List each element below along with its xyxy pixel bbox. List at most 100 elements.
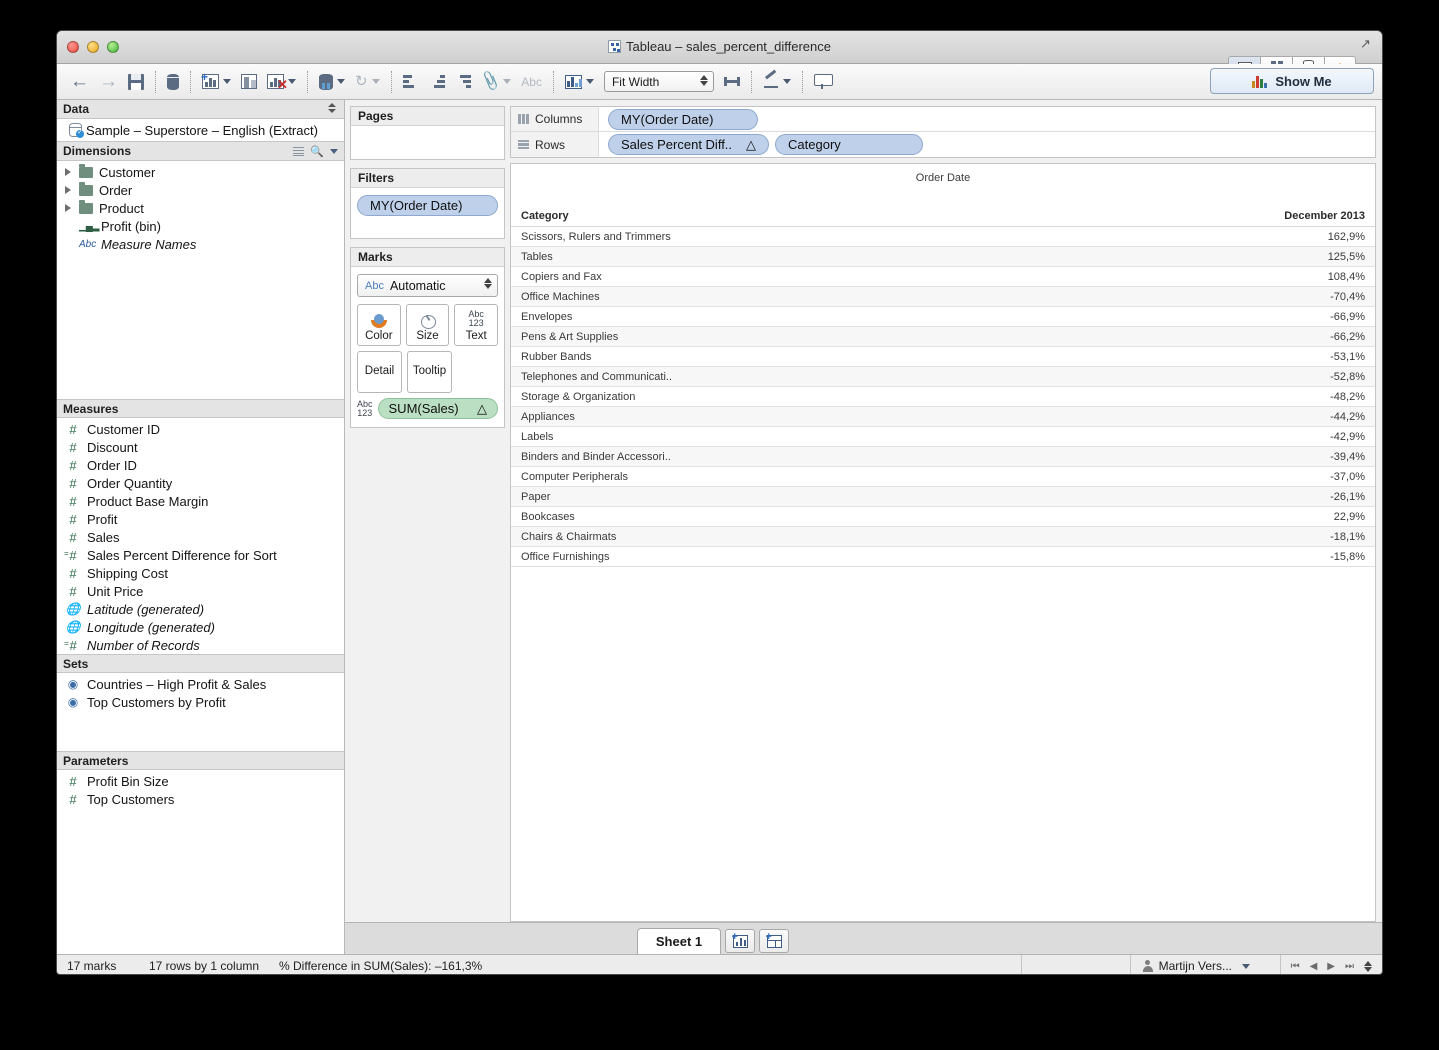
nav-next-button[interactable]: ▶: [1327, 961, 1335, 972]
measure-item-longitude[interactable]: 🌐 Longitude (generated): [57, 618, 344, 636]
chevron-down-icon[interactable]: [371, 79, 380, 84]
format-button[interactable]: [758, 69, 796, 95]
cell-value[interactable]: -39,4%: [1054, 446, 1375, 467]
rows-pill-category[interactable]: Category: [775, 134, 924, 155]
rows-pill-sales-percent-diff[interactable]: Sales Percent Diff.. △: [608, 134, 770, 155]
cell-category[interactable]: Labels: [511, 426, 1055, 447]
measure-item-sales[interactable]: # Sales: [57, 528, 344, 546]
cell-category[interactable]: Chairs & Chairmats: [511, 526, 1055, 547]
cell-category[interactable]: Appliances: [511, 406, 1055, 427]
list-view-icon[interactable]: [293, 147, 305, 156]
parameter-item-top-customers[interactable]: # Top Customers: [57, 790, 344, 808]
clear-sheet-button[interactable]: ✕: [262, 69, 301, 95]
sort-desc-button[interactable]: [450, 69, 476, 95]
connect-data-button[interactable]: [162, 69, 184, 95]
new-worksheet-tab-button[interactable]: +: [725, 929, 755, 953]
datasource-item[interactable]: ✓ Sample – Superstore – English (Extract…: [57, 119, 344, 141]
back-button[interactable]: ←: [65, 69, 94, 95]
column-header-december-2013[interactable]: December 2013: [1054, 208, 1375, 227]
sort-asc-button[interactable]: [424, 69, 450, 95]
chevron-down-icon[interactable]: [503, 79, 512, 84]
measure-item-product-base-margin[interactable]: # Product Base Margin: [57, 492, 344, 510]
chevron-down-icon[interactable]: [585, 79, 594, 84]
table-row[interactable]: Paper -26,1%: [511, 486, 1375, 507]
swap-button[interactable]: [398, 69, 424, 95]
chevron-down-icon[interactable]: [1242, 963, 1250, 969]
chevron-down-icon[interactable]: [288, 79, 296, 84]
cell-category[interactable]: Copiers and Fax: [511, 266, 1055, 287]
cell-value[interactable]: -66,2%: [1054, 326, 1375, 347]
chevron-down-icon[interactable]: [337, 79, 345, 84]
parameter-item-profit-bin-size[interactable]: # Profit Bin Size: [57, 772, 344, 790]
chevron-down-icon[interactable]: [782, 79, 791, 84]
rows-shelf[interactable]: Rows Sales Percent Diff.. △ Category: [511, 132, 1375, 157]
visualization-area[interactable]: Order Date Category December 2013 Scisso…: [510, 163, 1376, 922]
sheet-tab-sheet-1[interactable]: Sheet 1: [637, 928, 721, 954]
table-row[interactable]: Labels -42,9%: [511, 426, 1375, 447]
forward-button[interactable]: →: [94, 69, 123, 95]
cell-value[interactable]: 22,9%: [1054, 506, 1375, 527]
stepper-icon[interactable]: [484, 278, 492, 289]
chevron-down-icon[interactable]: [223, 79, 231, 84]
cell-category[interactable]: Scissors, Rulers and Trimmers: [511, 226, 1055, 247]
cell-category[interactable]: Bookcases: [511, 506, 1055, 527]
cell-category[interactable]: Envelopes: [511, 306, 1055, 327]
new-worksheet-button[interactable]: +: [197, 69, 236, 95]
presentation-mode-button[interactable]: [809, 69, 836, 95]
fix-axes-button[interactable]: [719, 69, 745, 95]
color-button[interactable]: Color: [357, 304, 401, 346]
highlight-button[interactable]: [560, 69, 599, 95]
expand-arrow-icon[interactable]: ↗: [1360, 37, 1374, 51]
tooltip-button[interactable]: Tooltip: [407, 351, 452, 393]
duplicate-sheet-button[interactable]: [236, 69, 262, 95]
sort-toggle-icon[interactable]: [328, 103, 336, 113]
cell-value[interactable]: 162,9%: [1054, 226, 1375, 247]
table-row[interactable]: Envelopes -66,9%: [511, 306, 1375, 327]
fit-dropdown[interactable]: Fit Width: [603, 71, 714, 92]
measure-item-number-of-records[interactable]: # Number of Records: [57, 636, 344, 654]
table-row[interactable]: Rubber Bands -53,1%: [511, 346, 1375, 367]
save-button[interactable]: [123, 69, 149, 95]
expand-triangle-icon[interactable]: [65, 168, 71, 176]
cell-value[interactable]: -26,1%: [1054, 486, 1375, 507]
cell-category[interactable]: Rubber Bands: [511, 346, 1055, 367]
table-row[interactable]: Copiers and Fax 108,4%: [511, 266, 1375, 287]
table-row[interactable]: Appliances -44,2%: [511, 406, 1375, 427]
measure-item-sales-percent-difference-for-sort[interactable]: # Sales Percent Difference for Sort: [57, 546, 344, 564]
table-row[interactable]: Office Furnishings -15,8%: [511, 546, 1375, 567]
new-dashboard-tab-button[interactable]: +: [759, 929, 789, 953]
nav-prev-button[interactable]: ◀: [1310, 961, 1318, 972]
cell-value[interactable]: -37,0%: [1054, 466, 1375, 487]
cell-value[interactable]: -15,8%: [1054, 546, 1375, 567]
table-row[interactable]: Office Machines -70,4%: [511, 286, 1375, 307]
cell-value[interactable]: 108,4%: [1054, 266, 1375, 287]
columns-shelf[interactable]: Columns MY(Order Date): [511, 107, 1375, 132]
dimension-item-customer[interactable]: Customer: [57, 163, 344, 181]
columns-shelf-content[interactable]: MY(Order Date): [599, 108, 1375, 130]
table-row[interactable]: Storage & Organization -48,2%: [511, 386, 1375, 407]
table-row[interactable]: Tables 125,5%: [511, 246, 1375, 267]
marks-pill-sum-sales[interactable]: SUM(Sales) △: [377, 398, 498, 419]
dimensions-tools[interactable]: 🔍: [293, 145, 338, 158]
cell-value[interactable]: 125,5%: [1054, 246, 1375, 267]
stepper-icon[interactable]: [699, 75, 708, 86]
measure-item-unit-price[interactable]: # Unit Price: [57, 582, 344, 600]
nav-first-button[interactable]: ⏮: [1291, 961, 1300, 972]
cell-value[interactable]: -66,9%: [1054, 306, 1375, 327]
cell-category[interactable]: Tables: [511, 246, 1055, 267]
group-members-button[interactable]: 📎: [476, 69, 517, 95]
show-me-button[interactable]: Show Me: [1210, 68, 1374, 94]
measure-item-latitude[interactable]: 🌐 Latitude (generated): [57, 600, 344, 618]
mark-type-dropdown[interactable]: Abc Automatic: [357, 274, 498, 297]
refresh-button[interactable]: ↻: [350, 69, 385, 95]
expand-triangle-icon[interactable]: [65, 204, 71, 212]
status-navigation[interactable]: ⏮ ◀ ▶ ⏭: [1279, 955, 1372, 974]
filter-pill-order-date[interactable]: MY(Order Date): [357, 195, 498, 216]
table-row[interactable]: Binders and Binder Accessori.. -39,4%: [511, 446, 1375, 467]
pages-card-body[interactable]: [351, 126, 504, 159]
dimension-item-order[interactable]: Order: [57, 181, 344, 199]
measure-item-profit[interactable]: # Profit: [57, 510, 344, 528]
measure-item-shipping-cost[interactable]: # Shipping Cost: [57, 564, 344, 582]
measure-item-order-quantity[interactable]: # Order Quantity: [57, 474, 344, 492]
cell-value[interactable]: -18,1%: [1054, 526, 1375, 547]
